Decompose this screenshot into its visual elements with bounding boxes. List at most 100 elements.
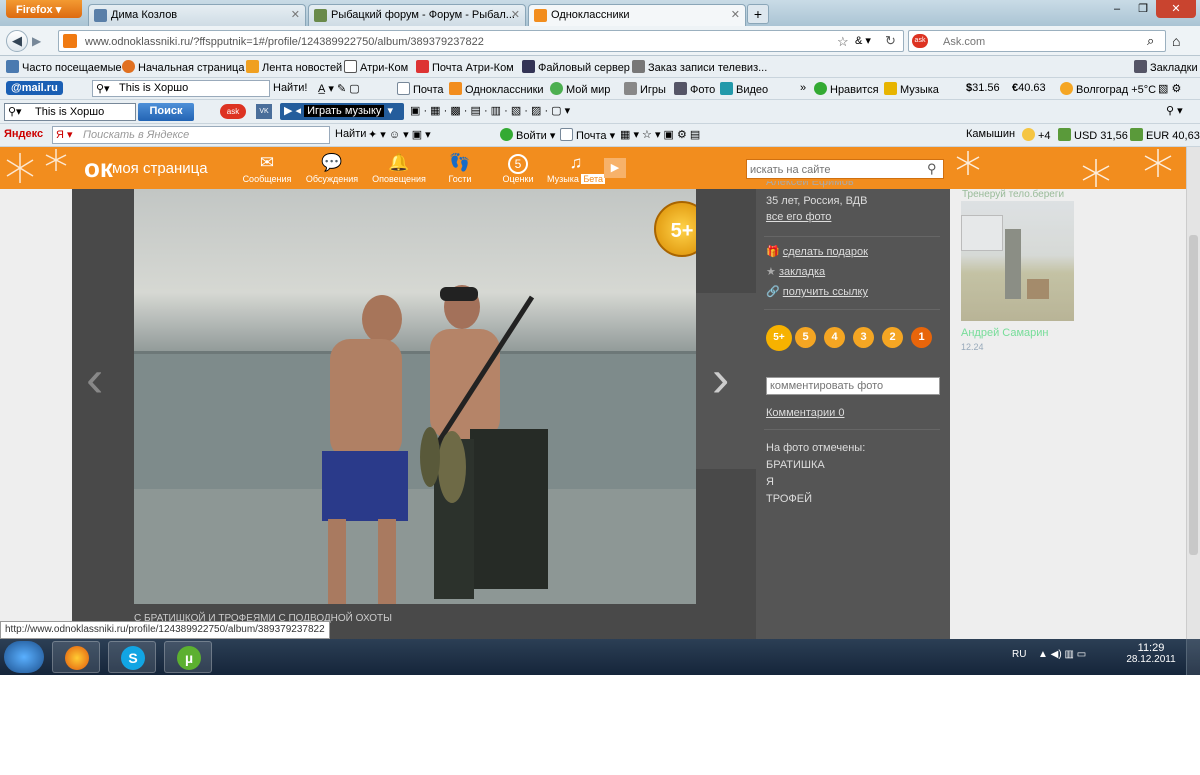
minimize-button[interactable]: –: [1104, 0, 1130, 18]
bookmark-atri-kom-mail[interactable]: Почта Атри-Ком: [416, 60, 514, 74]
ok-nav-ratings[interactable]: 5 Оценки: [488, 152, 548, 184]
tagged-person[interactable]: БРАТИШКА: [766, 459, 825, 471]
comments-link[interactable]: Комментарии 0: [766, 407, 844, 419]
mailru-mail-link[interactable]: Почта: [397, 82, 444, 96]
rate-5-button[interactable]: 5: [795, 327, 816, 348]
ok-search-box[interactable]: ⚲: [746, 159, 944, 179]
tab-fishing-forum[interactable]: Рыбацкий форум - Форум - Рыбал... ✕: [308, 4, 526, 26]
taskbar-firefox[interactable]: [52, 641, 100, 673]
bookmark-atri-kom[interactable]: Атри-Ком: [344, 60, 408, 74]
previous-photo-arrow[interactable]: ‹: [86, 349, 103, 409]
url-bar[interactable]: ☆ & ▾ ↻: [58, 30, 904, 52]
page-scrollbar[interactable]: [1186, 147, 1200, 639]
bookmark-news-feed[interactable]: Лента новостей: [246, 60, 342, 74]
ok-nav-music[interactable]: ♫ Музыка Бета: [546, 152, 606, 184]
toolbar-app-icons[interactable]: ▣ · ▦ · ▩ · ▤ · ▥ · ▧ · ▨ · ▢ ▾: [410, 104, 570, 117]
ask-icon[interactable]: ask: [912, 34, 928, 48]
ok-nav-discussions[interactable]: 💬 Обсуждения: [302, 152, 362, 184]
author-name-link[interactable]: Алексей Ефимов: [766, 181, 854, 190]
yandex-eur[interactable]: EUR 40,63 ▾: [1130, 128, 1200, 142]
mailru-logo[interactable]: @mail.ru: [6, 81, 63, 95]
ok-search-input[interactable]: [750, 162, 920, 177]
back-button[interactable]: ◀: [6, 30, 28, 52]
bookmark-file-server[interactable]: Файловый сервер: [522, 60, 630, 74]
tray-icons[interactable]: ▲ ◀) ▥ ▭: [1038, 649, 1086, 660]
rate-5plus-button[interactable]: 5+: [766, 325, 792, 351]
bookmarks-menu[interactable]: Закладки: [1134, 60, 1198, 74]
music-play-button[interactable]: ▶: [604, 158, 626, 178]
mailru-games-link[interactable]: Игры: [624, 82, 666, 96]
star-icon[interactable]: ☆: [837, 34, 849, 50]
yandex-weather[interactable]: +4: [1022, 128, 1051, 142]
bookmark-frequent[interactable]: Часто посещаемые: [6, 60, 122, 74]
url-input[interactable]: [85, 34, 825, 49]
yandex-extra-icons[interactable]: ▦ ▾ ☆ ▾ ▣ ⚙ ▤: [620, 128, 700, 141]
show-desktop-button[interactable]: [1186, 639, 1200, 675]
maximize-button[interactable]: ❐: [1130, 0, 1156, 18]
rate-1-button[interactable]: 1: [911, 327, 932, 348]
main-photo[interactable]: 5+: [134, 189, 696, 604]
yandex-mail-link[interactable]: Почта ▾: [560, 128, 615, 142]
yandex-login-link[interactable]: Войти ▾: [500, 128, 555, 142]
close-tab-icon[interactable]: ✕: [291, 8, 300, 21]
bookmark-link[interactable]: ★ закладка: [766, 265, 825, 278]
taskbar-utorrent[interactable]: µ: [164, 641, 212, 673]
clock[interactable]: 11:29 28.12.2011: [1126, 642, 1176, 665]
search-bar[interactable]: ask ⌕: [908, 30, 1166, 52]
ask-logo-icon[interactable]: ask: [220, 104, 246, 119]
rate-4-button[interactable]: 4: [824, 327, 845, 348]
tagged-person[interactable]: Я: [766, 476, 774, 488]
bookmark-tv-record[interactable]: Заказ записи телевиз...: [632, 60, 767, 74]
yandex-search-input[interactable]: Я ▾ Поискать в Яндексе: [52, 126, 330, 144]
bookmark-start-page[interactable]: Начальная страница: [122, 60, 244, 74]
vk-icon[interactable]: VK: [256, 104, 272, 119]
tagged-person[interactable]: ТРОФЕЙ: [766, 493, 812, 505]
make-gift-link[interactable]: 🎁 сделать подарок: [766, 245, 868, 258]
all-photos-link[interactable]: все его фото: [766, 211, 831, 223]
close-tab-icon[interactable]: ✕: [731, 8, 740, 21]
close-window-button[interactable]: ✕: [1156, 0, 1196, 18]
extensions-icon[interactable]: ▧ ⚙: [1158, 82, 1181, 95]
yandex-usd[interactable]: USD 31,56 ▾: [1058, 128, 1136, 142]
ok-nav-messages[interactable]: ✉ Сообщения: [237, 152, 297, 184]
ok-nav-guests[interactable]: 👣 Гости: [430, 152, 490, 184]
taskbar-skype[interactable]: S: [108, 641, 156, 673]
yandex-city[interactable]: Камышин: [966, 128, 1015, 140]
ok-logo-icon[interactable]: ок: [84, 155, 113, 183]
mailru-find-button[interactable]: Найти!: [273, 82, 307, 94]
home-icon[interactable]: ⌂: [1172, 33, 1180, 49]
mailru-myworld-link[interactable]: Мой мир: [550, 82, 610, 96]
side-photo-author[interactable]: Андрей Самарин: [961, 327, 1048, 339]
scrollbar-thumb[interactable]: [1189, 235, 1198, 555]
search-input[interactable]: [943, 34, 1143, 49]
new-tab-button[interactable]: +: [747, 4, 769, 24]
eur-rate[interactable]: €40.63: [1012, 82, 1046, 94]
ok-my-page-link[interactable]: моя страница: [112, 160, 208, 177]
close-tab-icon[interactable]: ✕: [511, 8, 520, 21]
search-icon[interactable]: ⚲: [927, 161, 937, 177]
firefox-menu-button[interactable]: Firefox ▾: [6, 0, 82, 18]
format-icon[interactable]: A̲ ▾ ✎ ▢: [318, 82, 360, 95]
next-photo-zone[interactable]: ›: [696, 293, 756, 469]
ampersand-icon[interactable]: & ▾: [855, 34, 871, 47]
ok-nav-notifications[interactable]: 🔔 Оповещения: [369, 152, 429, 184]
mailru-like-link[interactable]: Нравится: [814, 82, 879, 96]
tab-dima-kozlov[interactable]: Дима Козлов ✕: [88, 4, 306, 26]
get-link-link[interactable]: 🔗 получить ссылку: [766, 285, 868, 298]
ask-search-button[interactable]: Поиск: [138, 103, 194, 121]
mailru-ok-link[interactable]: Одноклассники: [449, 82, 544, 96]
ask-settings-icon[interactable]: ⚲ ▾: [1166, 104, 1183, 117]
side-photo-thumbnail[interactable]: [961, 201, 1074, 321]
search-icon[interactable]: ⌕: [1147, 33, 1154, 49]
rate-3-button[interactable]: 3: [853, 327, 874, 348]
weather-widget[interactable]: Волгоград +5°C: [1060, 82, 1156, 96]
mailru-search-input[interactable]: ⚲▾ This is Хоршо: [92, 80, 270, 97]
mailru-video-link[interactable]: Видео: [720, 82, 768, 96]
overflow-chevron-icon[interactable]: »: [800, 82, 806, 94]
play-music-button[interactable]: ▶ ◂ Играть музыку ▾: [280, 103, 404, 120]
comment-input[interactable]: [766, 377, 940, 395]
mailru-music-link[interactable]: Музыка: [884, 82, 939, 96]
ask-search-input[interactable]: ⚲▾ This is Хоршо: [4, 103, 136, 121]
language-indicator[interactable]: RU: [1012, 649, 1026, 660]
start-button[interactable]: [4, 641, 44, 673]
